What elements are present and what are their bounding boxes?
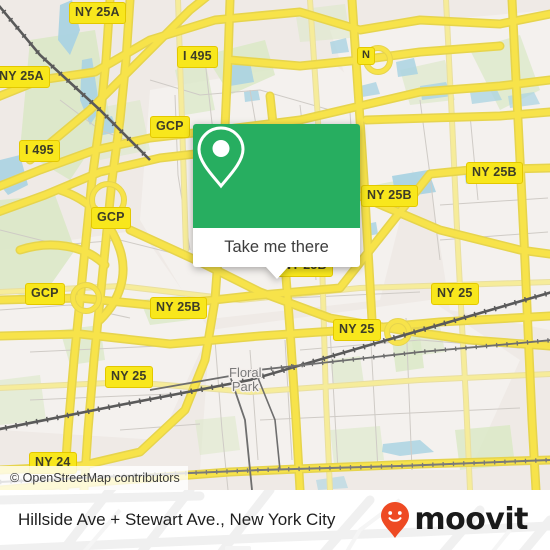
shield-i-495-top: I 495	[177, 46, 218, 68]
shield-ny-25b-center: NY 25B	[361, 185, 418, 207]
shield-ny-25b-right: NY 25B	[466, 162, 523, 184]
shield-n: N	[357, 47, 376, 65]
shield-ny-25-left: NY 25	[105, 366, 153, 388]
callout-image-panel	[193, 124, 360, 228]
osm-attribution[interactable]: © OpenStreetMap contributors	[0, 466, 188, 490]
shield-gcp-top: GCP	[150, 116, 190, 138]
osm-attribution-text: © OpenStreetMap contributors	[10, 471, 180, 485]
shield-ny-25-right: NY 25	[431, 283, 479, 305]
shield-gcp-left: GCP	[91, 207, 131, 229]
shield-ny-25a-top: NY 25A	[69, 2, 126, 24]
location-pin-icon	[197, 126, 245, 189]
callout-action-bar[interactable]: Take me there	[193, 228, 360, 279]
shield-ny-25a-left: NY 25A	[0, 66, 50, 88]
callout-pointer	[265, 267, 288, 279]
place-label-floral-park: Floral Park	[229, 366, 262, 394]
shield-ny-25b-lower: NY 25B	[150, 297, 207, 319]
moovit-smiley-pin-icon	[381, 502, 410, 538]
place-label-line-1: Floral	[229, 365, 262, 380]
map-screenshot: NY 25A I 495 N NY 25A GCP I 495 NY 25B N…	[0, 0, 550, 550]
moovit-brand: moovit	[380, 501, 528, 539]
map-canvas[interactable]: NY 25A I 495 N NY 25A GCP I 495 NY 25B N…	[0, 0, 550, 490]
shield-gcp-lower: GCP	[25, 283, 65, 305]
place-label-line-2: Park	[231, 379, 259, 394]
shield-ny-25-center: NY 25	[333, 319, 381, 341]
take-me-there-callout[interactable]: Take me there	[193, 124, 360, 279]
take-me-there-label: Take me there	[224, 238, 329, 256]
location-title: Hillside Ave + Stewart Ave., New York Ci…	[18, 510, 336, 529]
footer-bar: Hillside Ave + Stewart Ave., New York Ci…	[0, 490, 550, 550]
shield-i-495-left: I 495	[19, 140, 60, 162]
moovit-wordmark: moovit	[414, 502, 528, 537]
